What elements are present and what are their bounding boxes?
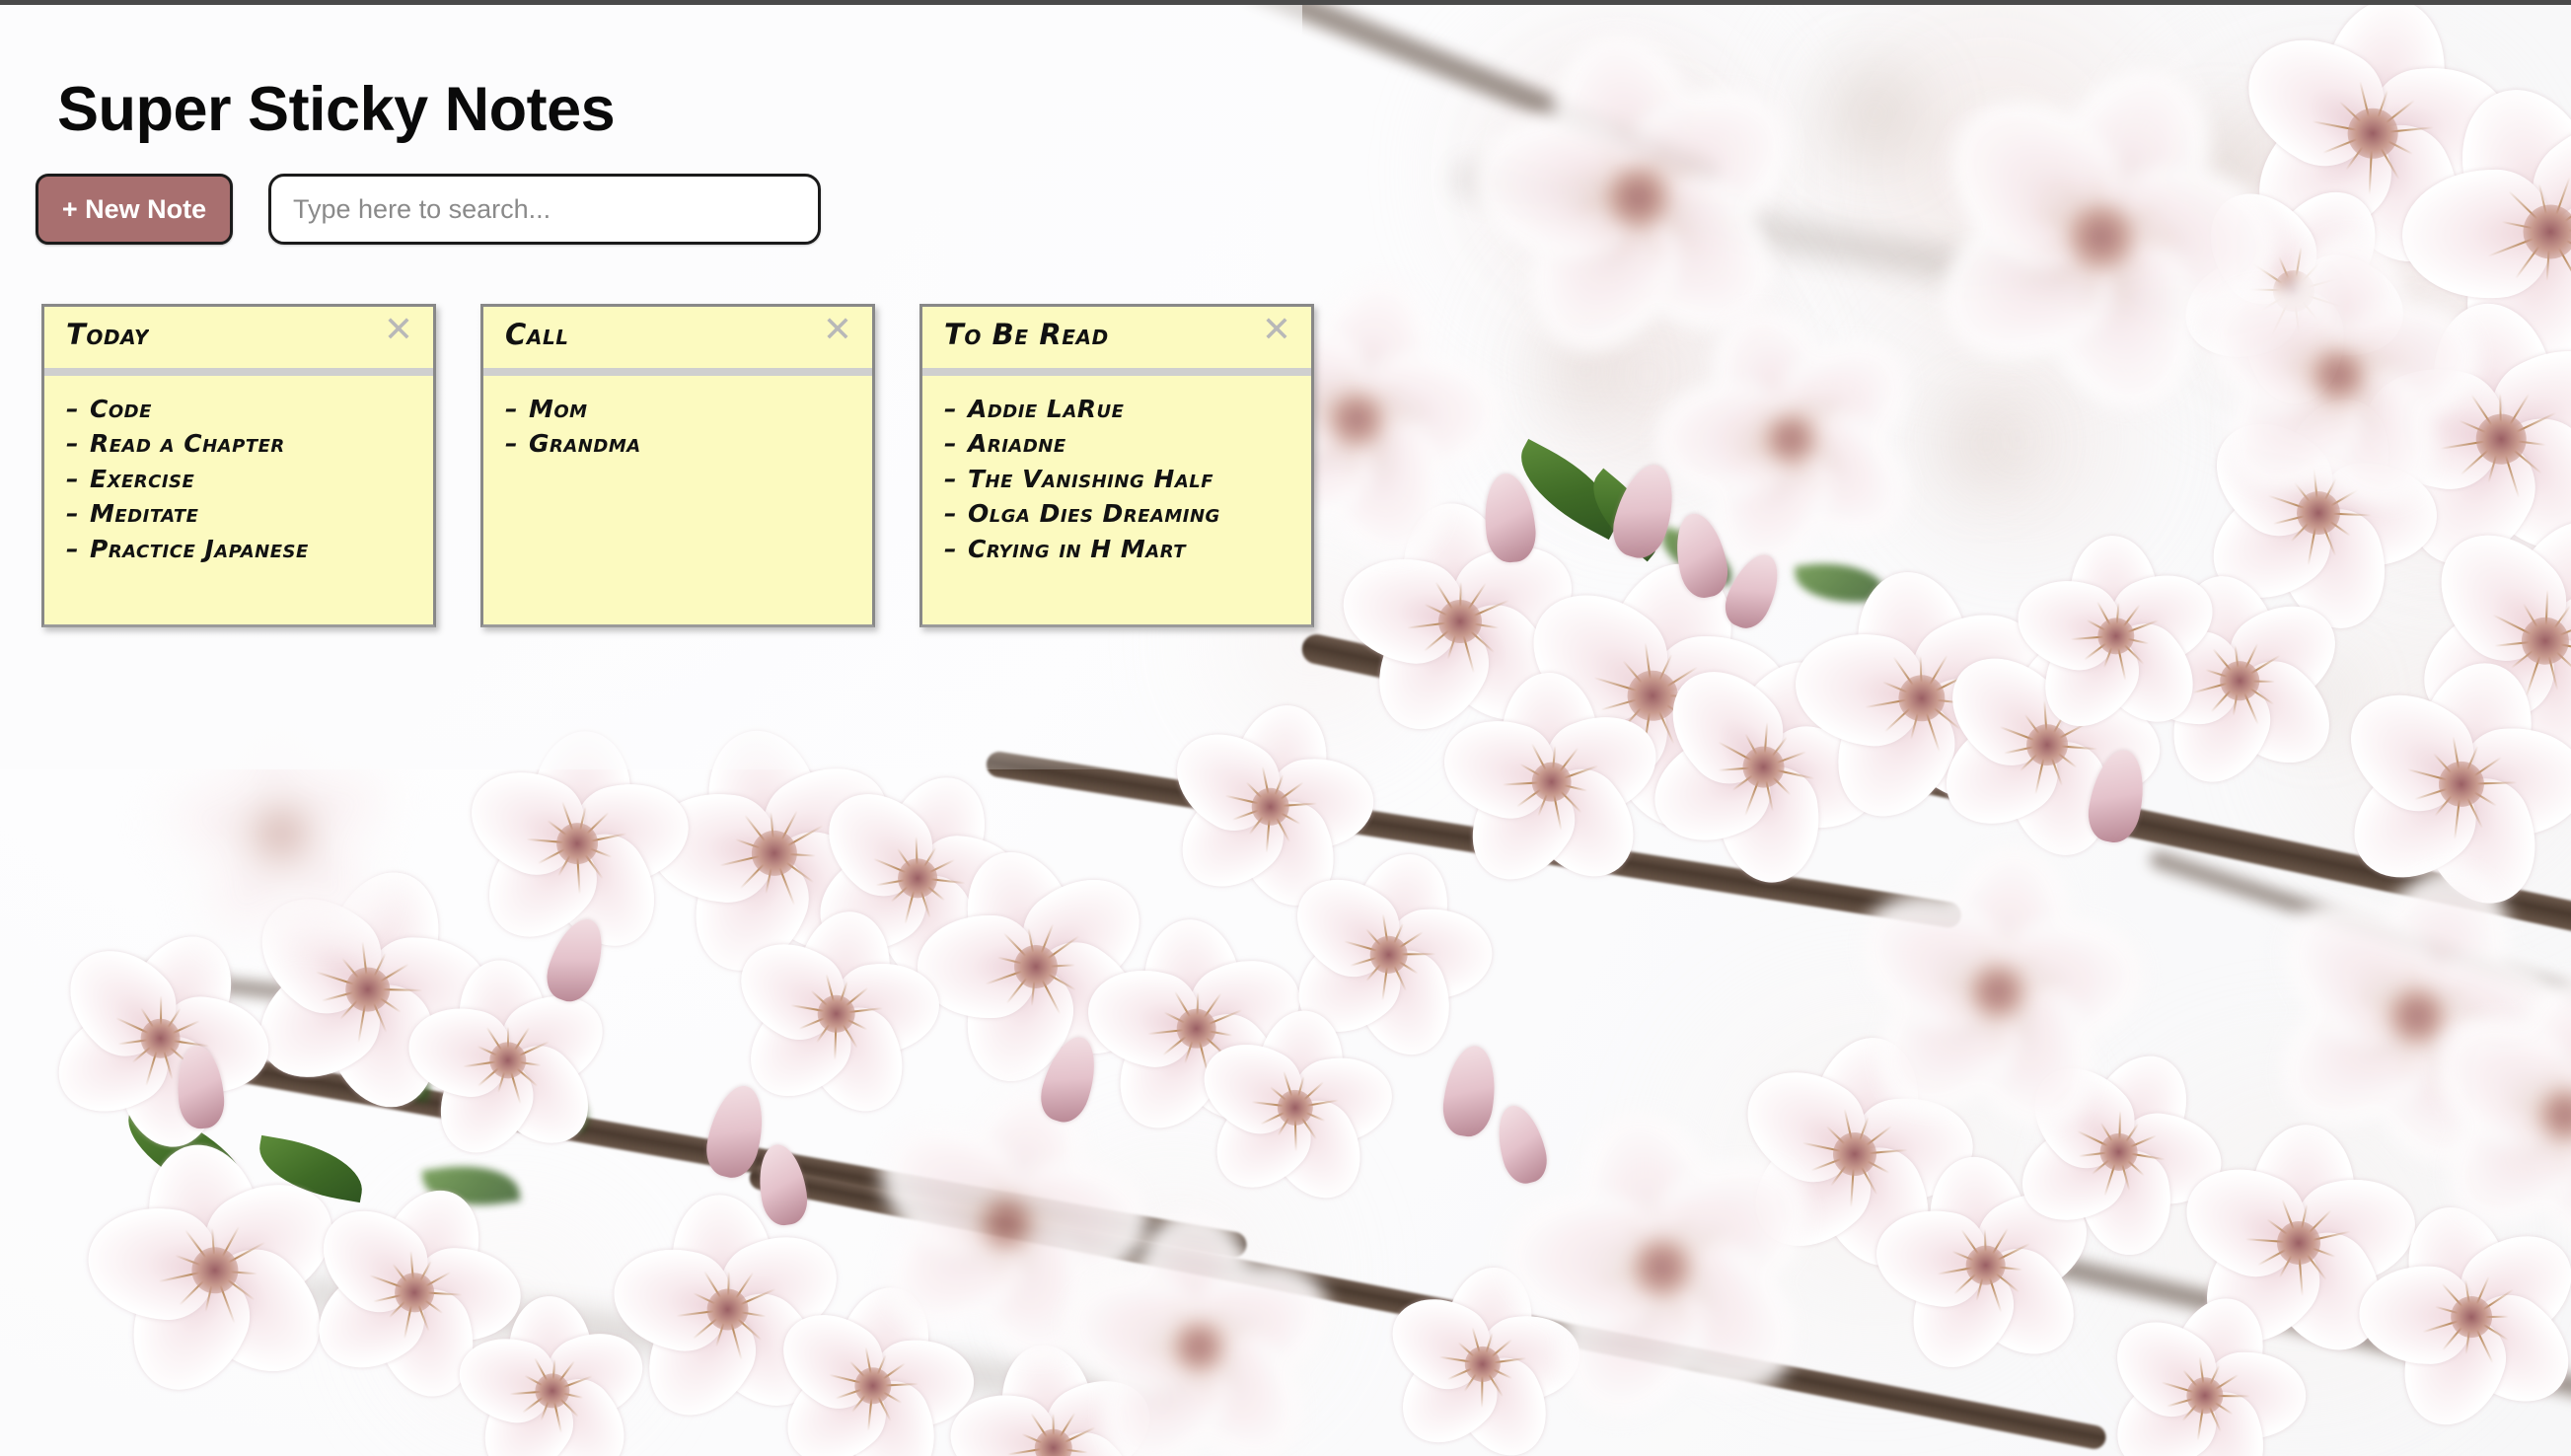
note-title[interactable]: To Be Read <box>944 320 1109 351</box>
note-list-item: – Addie LaRue <box>944 392 1293 427</box>
page-title: Super Sticky Notes <box>57 75 616 145</box>
bullet-dash-icon: – <box>66 464 79 493</box>
note-title[interactable]: Call <box>505 320 569 351</box>
new-note-button[interactable]: + New Note <box>36 174 233 245</box>
bullet-dash-icon: – <box>944 499 957 529</box>
note-header[interactable]: Call ✕ <box>483 307 872 376</box>
note-list-item: – Grandma <box>505 426 854 462</box>
note-item-label: Ariadne <box>968 429 1066 459</box>
note-item-label: Crying in H Mart <box>968 534 1187 563</box>
sticky-note[interactable]: Today ✕ – Code – Read a Chapter – Exercise – Medi… <box>41 304 436 627</box>
note-item-label: The Vanishing Half <box>968 464 1214 493</box>
bullet-dash-icon: – <box>944 534 957 563</box>
note-item-label: Addie LaRue <box>968 394 1125 423</box>
note-item-label: Exercise <box>90 464 195 493</box>
close-icon[interactable]: ✕ <box>382 313 415 348</box>
note-list-item: – Practice Japanese <box>66 532 415 567</box>
notes-board: Today ✕ – Code – Read a Chapter – Exercise – Medi… <box>41 304 1314 627</box>
bullet-dash-icon: – <box>66 499 79 529</box>
note-title[interactable]: Today <box>66 320 149 351</box>
note-list-item: – Crying in H Mart <box>944 532 1293 567</box>
bullet-dash-icon: – <box>505 394 518 423</box>
note-list-item: – Mom <box>505 392 854 427</box>
bullet-dash-icon: – <box>66 429 79 459</box>
note-list-item: – Ariadne <box>944 426 1293 462</box>
bullet-dash-icon: – <box>944 429 957 459</box>
note-list-item: – Meditate <box>66 496 415 532</box>
note-list-item: – Olga Dies Dreaming <box>944 496 1293 532</box>
close-icon[interactable]: ✕ <box>821 313 854 348</box>
note-list-item: – The Vanishing Half <box>944 462 1293 497</box>
note-list-item: – Code <box>66 392 415 427</box>
note-header[interactable]: Today ✕ <box>44 307 433 376</box>
note-header[interactable]: To Be Read ✕ <box>922 307 1311 376</box>
note-body[interactable]: – Addie LaRue – Ariadne – The Vanishing Half –… <box>922 375 1311 624</box>
bullet-dash-icon: – <box>944 394 957 423</box>
note-body[interactable]: – Mom – Grandma <box>483 375 872 624</box>
toolbar: + New Note <box>36 174 821 245</box>
close-icon[interactable]: ✕ <box>1260 313 1293 348</box>
note-list-item: – Read a Chapter <box>66 426 415 462</box>
sticky-note[interactable]: To Be Read ✕ – Addie LaRue – Ariadne – The Vani… <box>919 304 1314 627</box>
note-item-label: Read a Chapter <box>90 429 285 459</box>
note-item-label: Olga Dies Dreaming <box>968 499 1220 529</box>
note-body[interactable]: – Code – Read a Chapter – Exercise – Meditate – P… <box>44 375 433 624</box>
bullet-dash-icon: – <box>944 464 957 493</box>
app-root: Super Sticky Notes + New Note Today✕–Cod… <box>0 0 2571 1456</box>
note-item-label: Grandma <box>529 429 641 459</box>
note-item-label: Meditate <box>90 499 199 529</box>
bullet-dash-icon: – <box>66 534 79 563</box>
bullet-dash-icon: – <box>505 429 518 459</box>
search-input[interactable] <box>268 174 821 245</box>
note-list-item: – Exercise <box>66 462 415 497</box>
note-item-label: Code <box>90 394 152 423</box>
sticky-note[interactable]: Call ✕ – Mom – Grandma <box>480 304 875 627</box>
top-chrome-strip <box>0 0 2571 5</box>
bullet-dash-icon: – <box>66 394 79 423</box>
note-item-label: Practice Japanese <box>90 534 309 563</box>
note-item-label: Mom <box>529 394 588 423</box>
